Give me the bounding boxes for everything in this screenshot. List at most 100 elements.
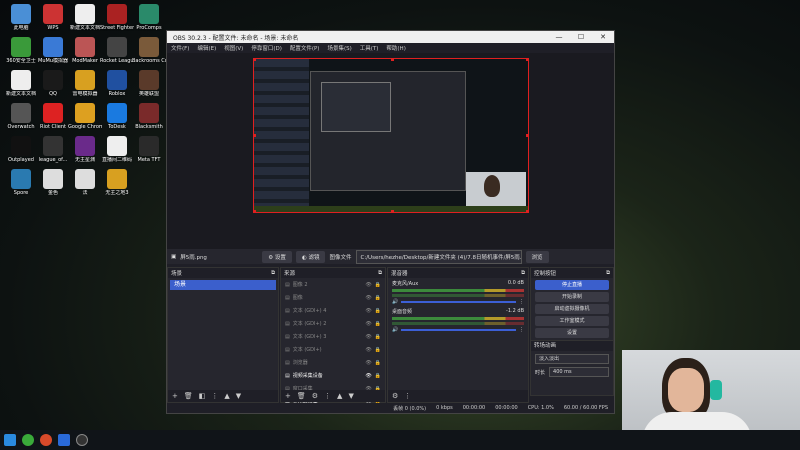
resize-handle[interactable]	[391, 210, 394, 212]
more-icon[interactable]: ⋮	[211, 392, 218, 400]
resize-handle[interactable]	[526, 59, 528, 61]
minimize-button[interactable]: —	[548, 33, 570, 41]
resize-handle[interactable]	[526, 134, 528, 137]
move-up-icon[interactable]: ▲	[224, 392, 229, 400]
start-recording-button[interactable]: 开始录制	[535, 292, 609, 302]
source-item[interactable]: ▤ 文本 (GDI+) 👁 🔒	[281, 343, 385, 356]
gear-icon[interactable]: ⚙	[392, 392, 398, 400]
desktop-icon[interactable]: Roblox	[100, 70, 134, 97]
source-item[interactable]: ▤ 图像 👁 🔒	[281, 291, 385, 304]
visibility-icon[interactable]: 👁	[365, 282, 371, 288]
desktop-icon[interactable]: 此电脑	[4, 4, 38, 31]
desktop-icon[interactable]: Overwatch	[4, 103, 38, 130]
browse-button[interactable]: 浏览	[525, 250, 549, 263]
source-item[interactable]: ▤ 浏览器 👁 🔒	[281, 356, 385, 369]
lock-icon[interactable]: 🔒	[375, 360, 381, 366]
studio-mode-button[interactable]: 工作室模式	[535, 316, 609, 326]
more-icon[interactable]: ⋮	[404, 392, 411, 400]
desktop-icon[interactable]: 无主星渊	[68, 136, 102, 163]
speaker-icon[interactable]: 🔊	[392, 327, 398, 333]
visibility-icon[interactable]: 👁	[365, 321, 371, 327]
visibility-icon[interactable]: 👁	[365, 373, 371, 379]
desktop-icon[interactable]: 英雄联盟	[132, 70, 166, 97]
desktop-icon[interactable]: 法	[68, 169, 102, 196]
desktop-icon[interactable]: ModMaker	[68, 37, 102, 64]
undock-icon[interactable]: ⧉	[606, 270, 610, 277]
lock-icon[interactable]: 🔒	[375, 321, 381, 327]
stop-streaming-button[interactable]: 停止直播	[535, 280, 609, 290]
menu-file[interactable]: 文件(F)	[171, 44, 189, 52]
desktop-icon[interactable]: 无主之地3	[100, 169, 134, 196]
desktop-icon[interactable]: QQ	[36, 70, 70, 97]
image-path-field[interactable]: C:/Users/hezhe/Desktop/新建文件夹 (4)/7.8日随机事…	[355, 249, 522, 264]
desktop-icon[interactable]: Spore	[4, 169, 38, 196]
desktop-icon[interactable]: Riot Client	[36, 103, 70, 130]
menu-view[interactable]: 视图(V)	[224, 44, 243, 52]
menu-scene-collection[interactable]: 场景集(S)	[327, 44, 351, 52]
visibility-icon[interactable]: 👁	[365, 347, 371, 353]
desktop-icon[interactable]: Backrooms Company	[132, 37, 166, 64]
move-down-icon[interactable]: ▼	[348, 392, 353, 400]
transition-select[interactable]: 淡入淡出	[535, 354, 609, 364]
desktop-icon[interactable]: ToDesk	[100, 103, 134, 130]
desktop-icon[interactable]: Rocket League	[100, 37, 134, 64]
resize-handle[interactable]	[526, 210, 528, 212]
menu-profile[interactable]: 配置文件(P)	[290, 44, 320, 52]
menu-help[interactable]: 帮助(H)	[386, 44, 405, 52]
more-icon[interactable]: ⋮	[519, 327, 524, 333]
source-item[interactable]: ▤ 文本 (GDI+) 2 👁 🔒	[281, 317, 385, 330]
scene-item[interactable]: 场景	[170, 280, 276, 290]
app-icon[interactable]	[22, 434, 34, 446]
filters-button[interactable]: ◐ 滤镜	[295, 250, 326, 263]
lock-icon[interactable]: 🔒	[375, 295, 381, 301]
resize-handle[interactable]	[254, 210, 256, 212]
lock-icon[interactable]: 🔒	[375, 373, 381, 379]
close-button[interactable]: ✕	[592, 33, 614, 41]
properties-button[interactable]: ⚙ 设置	[262, 250, 292, 263]
duration-input[interactable]: 400 ms	[549, 367, 609, 377]
undock-icon[interactable]: ⧉	[271, 270, 275, 277]
menu-edit[interactable]: 编辑(E)	[197, 44, 216, 52]
desktop-icon[interactable]: Meta TFT	[132, 136, 166, 163]
settings-button[interactable]: 设置	[535, 328, 609, 338]
menu-docks[interactable]: 停靠窗口(D)	[251, 44, 282, 52]
obs-taskbar-icon[interactable]	[76, 434, 88, 446]
app-icon[interactable]	[40, 434, 52, 446]
add-icon[interactable]: +	[285, 392, 291, 400]
source-item[interactable]: ▤ 图像 2 👁 🔒	[281, 278, 385, 291]
resize-handle[interactable]	[254, 134, 256, 137]
lock-icon[interactable]: 🔒	[375, 308, 381, 314]
move-down-icon[interactable]: ▼	[236, 392, 241, 400]
preview-area[interactable]	[167, 53, 614, 249]
desktop-icon[interactable]: Google Chrome	[68, 103, 102, 130]
desktop-icon[interactable]: 雷电模拟器	[68, 70, 102, 97]
gear-icon[interactable]: ⚙	[312, 392, 318, 400]
source-item[interactable]: ▤ 文本 (GDI+) 4 👁 🔒	[281, 304, 385, 317]
undock-icon[interactable]: ⧉	[378, 270, 382, 277]
desktop-icon[interactable]: league_of...	[36, 136, 70, 163]
menu-tools[interactable]: 工具(T)	[360, 44, 379, 52]
desktop-icon[interactable]: ProComps	[132, 4, 166, 31]
trash-icon[interactable]: 🗑	[297, 392, 306, 400]
desktop-icon[interactable]: 新建文本文档	[4, 70, 38, 97]
move-up-icon[interactable]: ▲	[337, 392, 342, 400]
desktop-icon[interactable]: 金色	[36, 169, 70, 196]
desktop-icon[interactable]: MuMu模拟器	[36, 37, 70, 64]
app-icon[interactable]	[58, 434, 70, 446]
speaker-icon[interactable]: 🔊	[392, 299, 398, 305]
desktop-icon[interactable]: 直播间二维码	[100, 136, 134, 163]
add-icon[interactable]: +	[172, 392, 178, 400]
desktop-icon[interactable]: 360安全卫士	[4, 37, 38, 64]
visibility-icon[interactable]: 👁	[365, 360, 371, 366]
visibility-icon[interactable]: 👁	[365, 295, 371, 301]
volume-slider[interactable]: 🔊 ⋮	[392, 327, 524, 333]
more-icon[interactable]: ⋮	[324, 392, 331, 400]
source-item[interactable]: ▤ 文本 (GDI+) 3 👁 🔒	[281, 330, 385, 343]
preview-canvas[interactable]	[253, 58, 529, 213]
lock-icon[interactable]: 🔒	[375, 334, 381, 340]
resize-handle[interactable]	[391, 59, 394, 61]
trash-icon[interactable]: 🗑	[184, 392, 193, 400]
filter-icon[interactable]: ◧	[199, 392, 206, 400]
start-icon[interactable]	[4, 434, 16, 446]
lock-icon[interactable]: 🔒	[375, 347, 381, 353]
